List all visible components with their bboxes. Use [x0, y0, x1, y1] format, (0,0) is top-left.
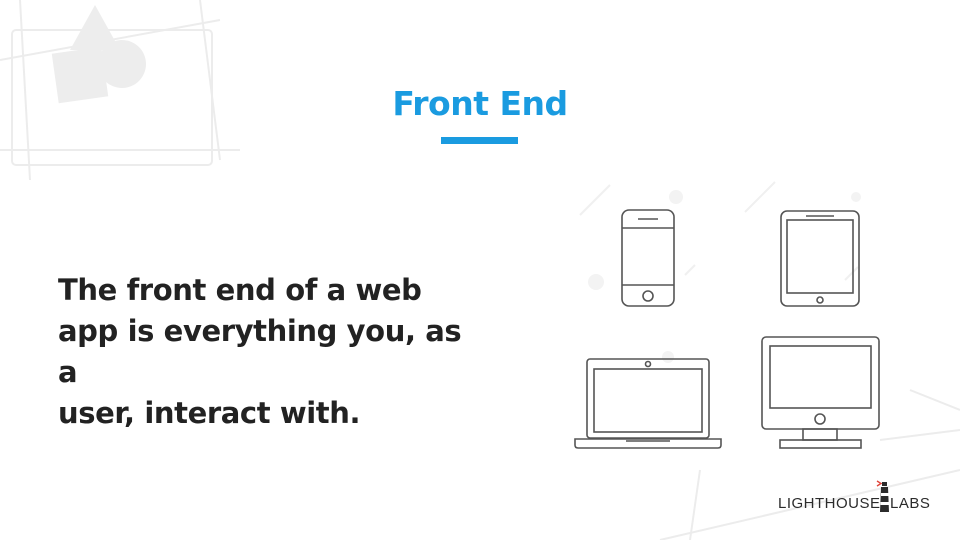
device-illustration	[574, 209, 880, 449]
logo-word-left: LIGHTHOUSE	[778, 495, 881, 512]
title-underline	[441, 137, 518, 144]
body-line-3: user, interact with.	[58, 396, 361, 430]
slide-title: Front End	[392, 84, 568, 123]
smartphone-icon	[621, 209, 675, 307]
slide: Front End The front end of a web app is …	[0, 0, 960, 540]
desktop-monitor-icon	[761, 336, 880, 449]
body-line-1: The front end of a web	[58, 273, 422, 307]
tablet-icon	[780, 210, 860, 307]
body-line-2: app is everything you, as a	[58, 314, 462, 389]
slide-body: The front end of a web app is everything…	[58, 270, 488, 434]
lighthouse-icon	[876, 480, 890, 512]
logo-word-right: LABS	[890, 495, 931, 512]
lighthouse-labs-logo: LIGHTHOUSE LABS	[776, 478, 936, 518]
laptop-icon	[574, 358, 722, 449]
